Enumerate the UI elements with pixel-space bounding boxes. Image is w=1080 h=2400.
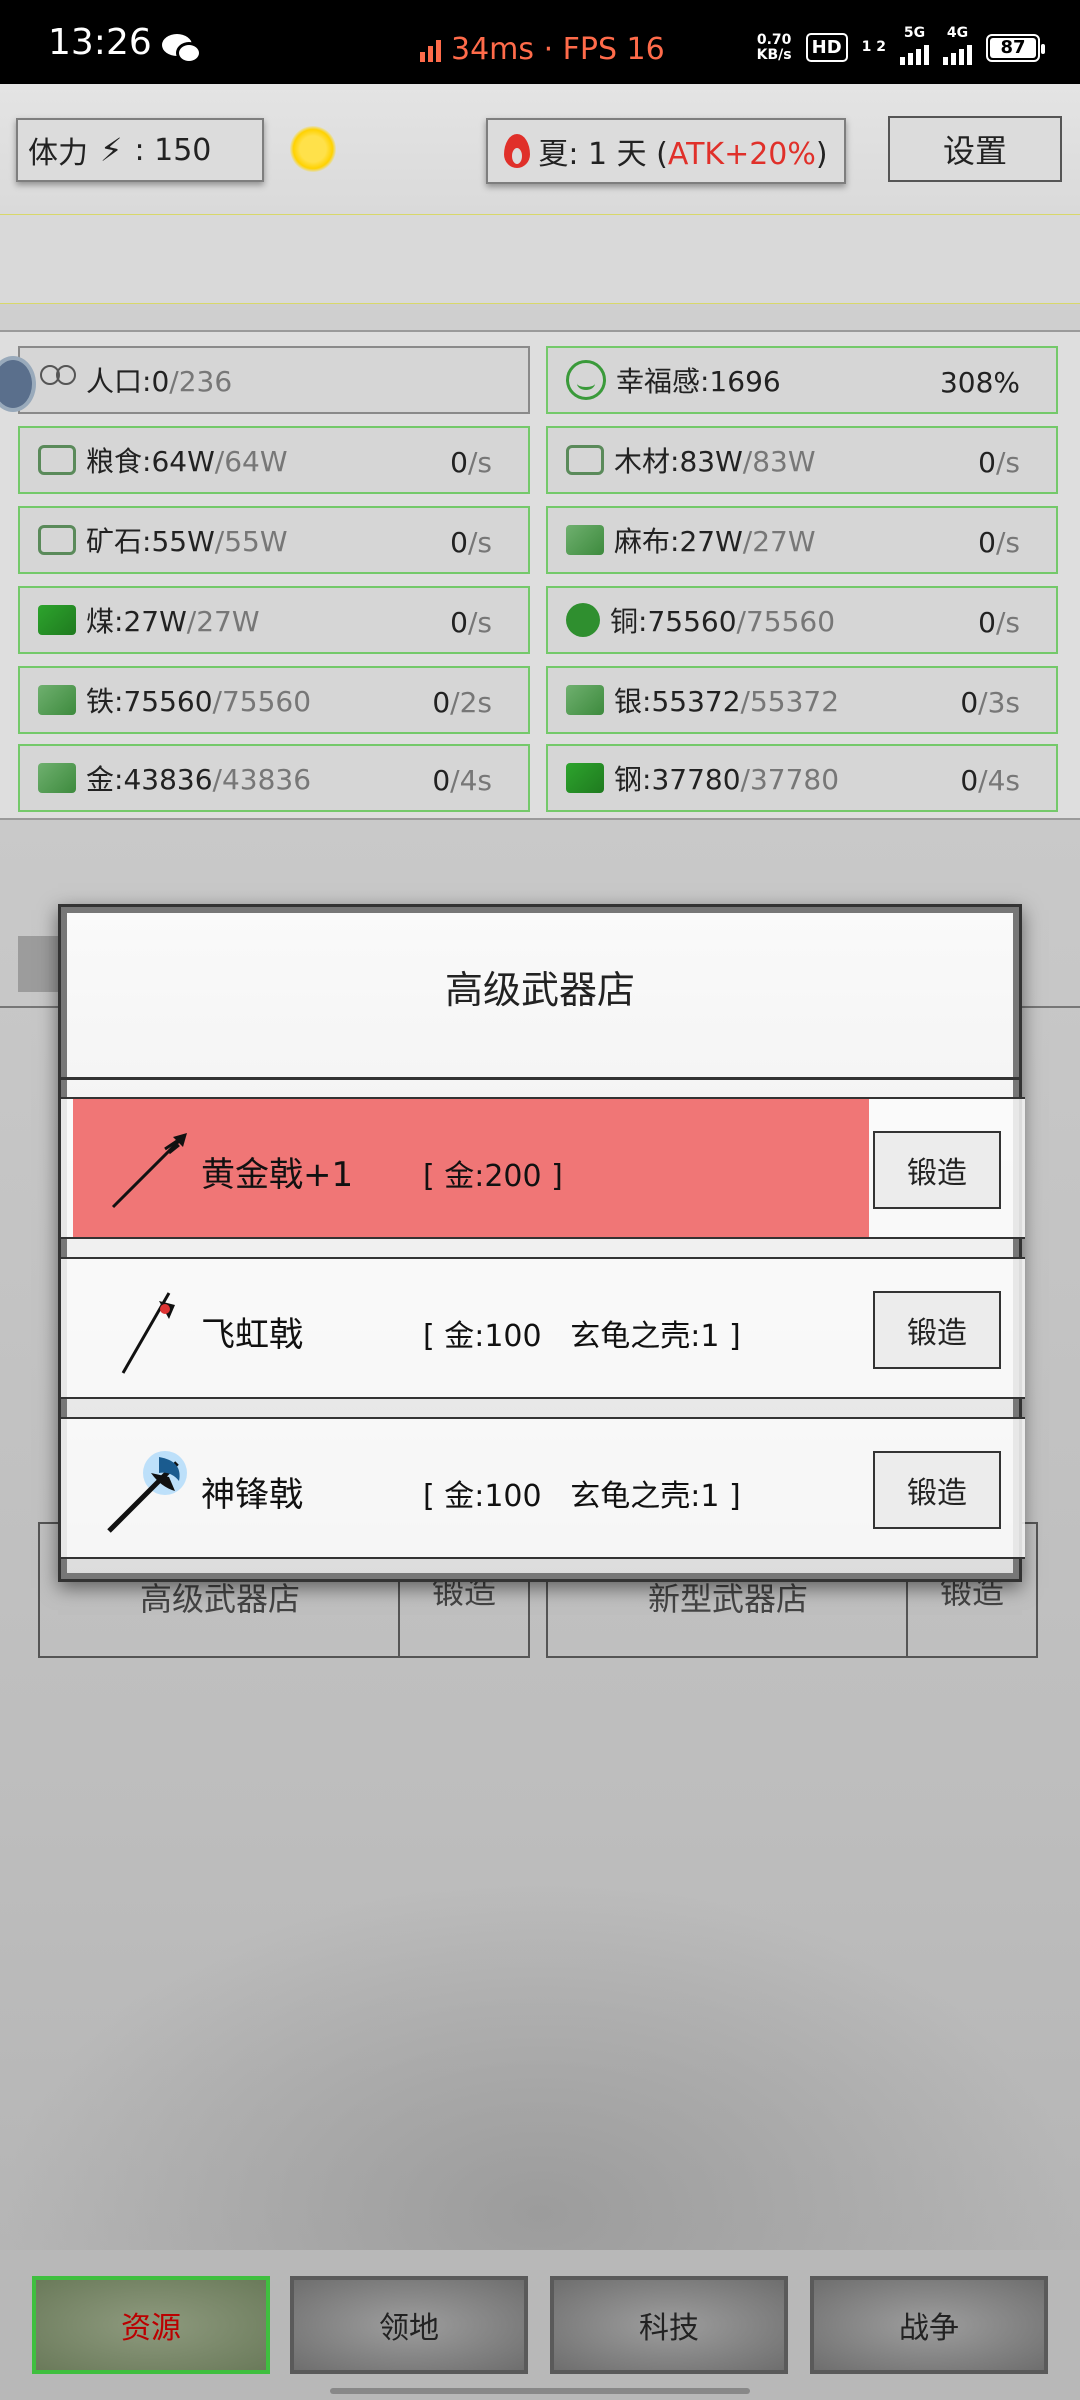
steel-icon xyxy=(566,763,604,793)
tab-territory[interactable]: 领地 xyxy=(290,2276,528,2374)
wechat-icon xyxy=(162,34,202,64)
copper-icon xyxy=(566,603,600,637)
item-name: 黄金戟+1 xyxy=(201,1155,354,1195)
resource-silver: 银:55372/55372 0/3s xyxy=(546,666,1058,734)
resource-gold: 金:43836/43836 0/4s xyxy=(18,744,530,812)
sim-indicator: 1 2 xyxy=(861,39,886,55)
weapon-shop-dialog: 高级武器店 黄金戟+1 [ 金:200 ] 锻造 飞虹戟 [ 金:100 玄龟之… xyxy=(58,904,1025,1582)
lightning-icon: ⚡ xyxy=(100,131,123,169)
sun-icon xyxy=(290,126,336,172)
stamina-display: 体力 ⚡ : 150 xyxy=(16,118,264,182)
food-icon xyxy=(38,445,76,475)
atk-bonus: ATK+20% xyxy=(667,137,816,172)
shop-item-golden-halberd[interactable]: 黄金戟+1 [ 金:200 ] 锻造 xyxy=(61,1097,1025,1239)
linen-icon xyxy=(566,525,604,555)
tab-technology[interactable]: 科技 xyxy=(550,2276,788,2374)
bottom-navigation: 资源 领地 科技 战争 xyxy=(0,2250,1080,2400)
background-fog xyxy=(0,1880,1080,2250)
stamina-label: 体力 xyxy=(28,136,88,171)
smiley-icon xyxy=(566,360,606,400)
resource-happiness: 幸福感:1696 308% xyxy=(546,346,1058,414)
item-cost: [ 金:100 玄龟之壳:1 ] xyxy=(423,1479,741,1514)
fire-icon xyxy=(504,134,531,168)
forge-button[interactable]: 锻造 xyxy=(873,1451,1001,1529)
resource-linen: 麻布:27W/27W 0/s xyxy=(546,506,1058,574)
item-name: 飞虹戟 xyxy=(201,1315,303,1355)
stamina-value: : 150 xyxy=(134,132,212,168)
dialog-divider xyxy=(61,1077,1019,1080)
resource-population: 人口:0/236 xyxy=(18,346,530,414)
resource-iron: 铁:75560/75560 0/2s xyxy=(18,666,530,734)
tab-resources[interactable]: 资源 xyxy=(32,2276,270,2374)
message-band xyxy=(0,214,1080,304)
resource-coal: 煤:27W/27W 0/s xyxy=(18,586,530,654)
rainbow-halberd-icon xyxy=(121,1292,175,1374)
resource-copper: 铜:75560/75560 0/s xyxy=(546,586,1058,654)
resource-ore: 矿石:55W/55W 0/s xyxy=(18,506,530,574)
silver-icon xyxy=(566,685,604,715)
resource-wood: 木材:83W/83W 0/s xyxy=(546,426,1058,494)
forge-button[interactable]: 锻造 xyxy=(873,1131,1001,1209)
shop-item-rainbow-halberd[interactable]: 飞虹戟 [ 金:100 玄龟之壳:1 ] 锻造 xyxy=(61,1257,1025,1399)
dialog-title: 高级武器店 xyxy=(444,968,635,1012)
shop-item-divine-halberd[interactable]: 神锋戟 [ 金:100 玄龟之壳:1 ] 锻造 xyxy=(61,1417,1025,1559)
resource-food: 粮食:64W/64W 0/s xyxy=(18,426,530,494)
tab-war[interactable]: 战争 xyxy=(810,2276,1048,2374)
top-bar: 体力 ⚡ : 150 夏: 1 天 (ATK+20%) 设置 xyxy=(0,84,1080,214)
clock: 13:26 xyxy=(48,22,152,63)
season-text: 夏: 1 天 (ATK+20%) xyxy=(538,137,828,172)
network-speed: 0.70 KB/s xyxy=(756,31,792,63)
status-icons: 0.70 KB/s HD 1 2 5G 4G 87 xyxy=(756,26,1045,69)
item-name: 神锋戟 xyxy=(201,1475,303,1515)
performance-indicator: 34ms · FPS 16 xyxy=(420,32,665,67)
people-icon xyxy=(38,365,76,395)
cell-signal-5g: 5G xyxy=(900,26,929,69)
cell-signal-4g: 4G xyxy=(943,26,972,69)
golden-halberd-icon xyxy=(111,1133,187,1209)
latency-text: 34ms · FPS 16 xyxy=(451,32,665,67)
background-tab xyxy=(18,936,58,992)
signal-strength-icon xyxy=(420,38,441,62)
gesture-home-bar[interactable] xyxy=(330,2388,750,2394)
resources-panel: 人口:0/236 幸福感:1696 308% 粮食:64W/64W 0/s 木材… xyxy=(0,330,1080,820)
status-bar: 13:26 34ms · FPS 16 0.70 KB/s HD 1 2 5G … xyxy=(0,0,1080,84)
wood-icon xyxy=(566,445,604,475)
iron-icon xyxy=(38,685,76,715)
item-cost: [ 金:200 ] xyxy=(423,1159,563,1194)
item-cost: [ 金:100 玄龟之壳:1 ] xyxy=(423,1319,741,1354)
gold-icon xyxy=(38,763,76,793)
ore-icon xyxy=(38,525,76,555)
hd-icon: HD xyxy=(805,33,848,62)
resource-steel: 钢:37780/37780 0/4s xyxy=(546,744,1058,812)
season-display: 夏: 1 天 (ATK+20%) xyxy=(486,118,846,184)
settings-button[interactable]: 设置 xyxy=(888,116,1062,182)
coal-icon xyxy=(38,605,76,635)
divine-halberd-icon xyxy=(107,1451,187,1533)
battery-icon: 87 xyxy=(986,33,1045,62)
forge-button[interactable]: 锻造 xyxy=(873,1291,1001,1369)
